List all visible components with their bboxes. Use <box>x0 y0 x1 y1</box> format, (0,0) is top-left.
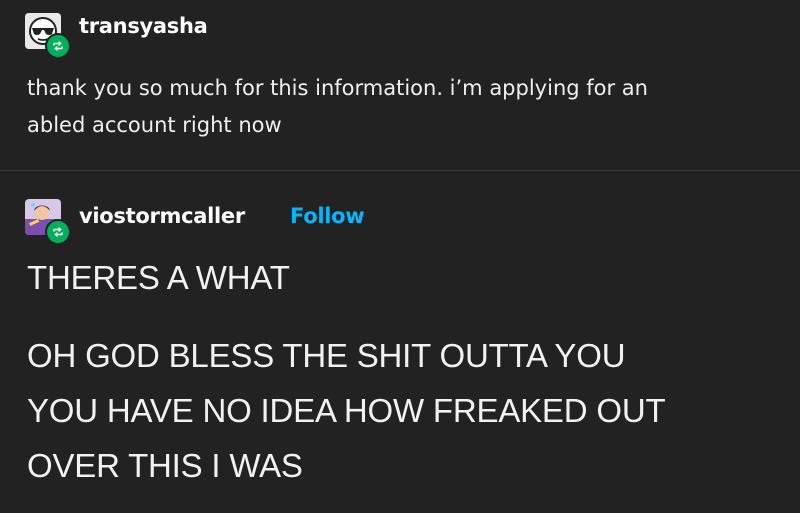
reblog-icon <box>45 33 71 59</box>
post-text-line: thank you so much for this information. … <box>27 76 648 100</box>
follow-button[interactable]: Follow <box>290 204 365 228</box>
username-viostormcaller[interactable]: viostormcaller <box>79 204 245 228</box>
post-viostormcaller: viostormcaller Follow THERES A WHAT OH G… <box>0 171 800 513</box>
reblog-icon <box>45 219 71 245</box>
post-text-line: THERES A WHAT <box>27 259 290 296</box>
avatar-viostormcaller[interactable] <box>25 199 71 245</box>
post-text-line: YOU HAVE NO IDEA HOW FREAKED OUT <box>27 392 666 429</box>
post-text-line: OH GOD BLESS THE SHIT OUTTA YOU <box>27 337 626 374</box>
post-transyasha: transyasha thank you so much for this in… <box>0 0 800 170</box>
username-transyasha[interactable]: transyasha <box>79 14 208 38</box>
post-body: thank you so much for this information. … <box>27 70 777 144</box>
avatar-transyasha[interactable] <box>25 13 71 59</box>
post-text-line: OVER THIS I WAS <box>27 447 303 484</box>
post-text-line: abled account right now <box>27 113 282 137</box>
